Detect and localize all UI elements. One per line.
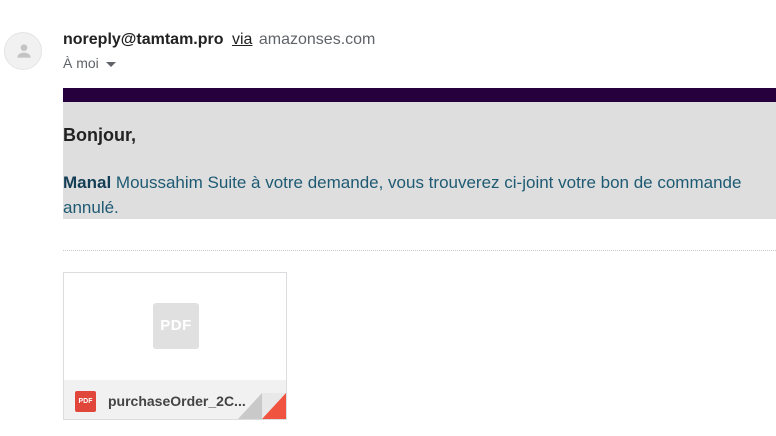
attachment-card[interactable]: PDF PDF purchaseOrder_2C... [63, 272, 287, 420]
email-greeting: Bonjour, [63, 125, 136, 145]
corner-fold-icon [238, 393, 286, 419]
person-icon [17, 44, 31, 58]
caret-down-icon [105, 61, 116, 67]
recipient-dropdown[interactable]: À moi [63, 54, 116, 72]
sender-email[interactable]: noreply@tamtam.pro [63, 31, 224, 48]
attachment-file-name: purchaseOrder_2C... [108, 393, 246, 409]
email-header-bar [63, 88, 776, 102]
pdf-file-icon: PDF [75, 391, 96, 412]
sender-line: noreply@tamtam.pro via amazonses.com [63, 30, 375, 50]
email-message-text: Moussahim Suite à votre demande, vous tr… [63, 173, 742, 217]
pdf-icon: PDF [153, 303, 199, 349]
recipient-name: Manal [63, 173, 112, 192]
sender-avatar[interactable] [4, 32, 42, 70]
recipient-label: À moi [63, 55, 99, 71]
attachment-divider [63, 250, 776, 251]
attachment-preview[interactable]: PDF [64, 273, 286, 380]
sender-via-link[interactable]: via [232, 31, 252, 48]
email-message: Manal Moussahim Suite à votre demande, v… [63, 170, 768, 220]
sender-domain: amazonses.com [258, 31, 376, 48]
email-body: Bonjour, Manal Moussahim Suite à votre d… [63, 102, 776, 219]
attachment-footer[interactable]: PDF purchaseOrder_2C... [64, 380, 286, 419]
